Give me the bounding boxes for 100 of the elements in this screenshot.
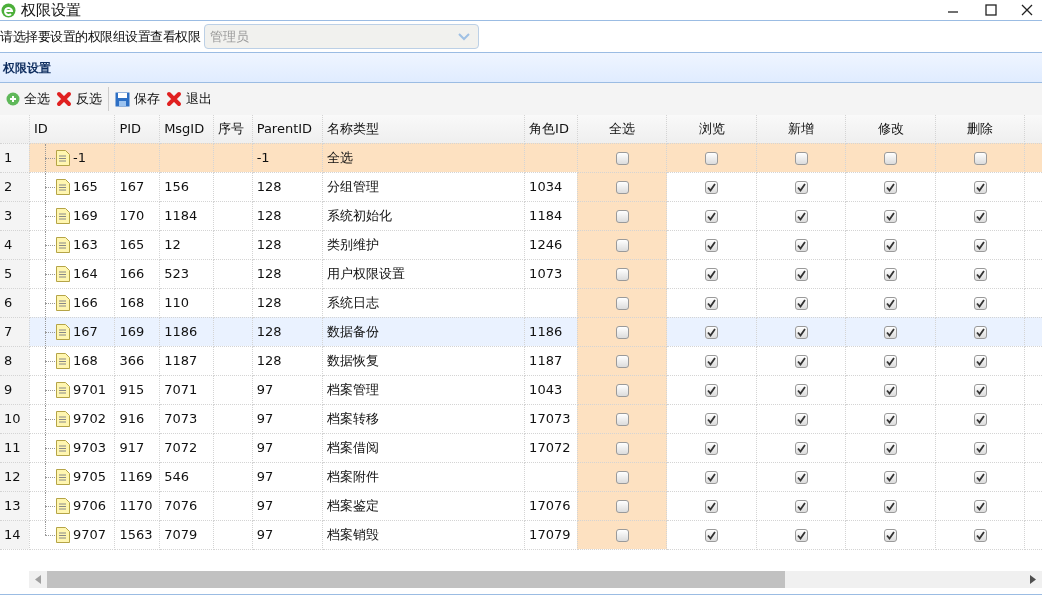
row-number: 13: [0, 491, 30, 520]
row-number: 4: [0, 230, 30, 259]
checkbox[interactable]: [705, 383, 719, 397]
checkbox[interactable]: [615, 412, 629, 426]
checkbox[interactable]: [884, 267, 898, 281]
checkbox[interactable]: [973, 180, 987, 194]
toolbar-button[interactable]: 全选: [4, 87, 52, 111]
close-icon[interactable]: [1021, 4, 1033, 16]
checkbox[interactable]: [884, 528, 898, 542]
checkbox[interactable]: [884, 499, 898, 513]
plus-circle-icon: [6, 92, 20, 106]
checkbox[interactable]: [615, 180, 629, 194]
checkbox[interactable]: [973, 325, 987, 339]
horizontal-scrollbar[interactable]: [29, 570, 1042, 588]
checkbox[interactable]: [973, 412, 987, 426]
checkbox[interactable]: [705, 267, 719, 281]
checkbox[interactable]: [973, 499, 987, 513]
file-icon: [56, 149, 70, 166]
checkbox[interactable]: [884, 441, 898, 455]
checkbox[interactable]: [973, 209, 987, 223]
checkbox[interactable]: [705, 412, 719, 426]
checkbox[interactable]: [973, 528, 987, 542]
table-cell-text: 9706: [73, 496, 107, 515]
checkbox[interactable]: [705, 296, 719, 310]
row-number: 10: [0, 404, 30, 433]
checkbox[interactable]: [705, 180, 719, 194]
checkbox[interactable]: [973, 470, 987, 484]
checkbox[interactable]: [705, 441, 719, 455]
checkbox[interactable]: [615, 238, 629, 252]
table-cell-text: 168: [73, 351, 98, 370]
checkbox[interactable]: [794, 499, 808, 513]
filter-label: 请选择要设置的权限组设置查看权限: [0, 27, 200, 46]
checkbox[interactable]: [615, 499, 629, 513]
checkbox[interactable]: [615, 470, 629, 484]
checkbox[interactable]: [884, 238, 898, 252]
checkbox[interactable]: [973, 441, 987, 455]
table-cell: 7079: [159, 520, 214, 549]
checkbox[interactable]: [973, 151, 987, 165]
checkbox[interactable]: [705, 238, 719, 252]
checkbox[interactable]: [615, 151, 629, 165]
toolbar-button[interactable]: 保存: [113, 87, 162, 111]
checkbox[interactable]: [973, 383, 987, 397]
checkbox[interactable]: [973, 354, 987, 368]
checkbox[interactable]: [705, 209, 719, 223]
toolbar-button[interactable]: 反选: [54, 87, 104, 111]
checkbox[interactable]: [973, 296, 987, 310]
scroll-right-icon[interactable]: [1030, 574, 1036, 584]
checkbox[interactable]: [705, 354, 719, 368]
maximize-icon[interactable]: [985, 4, 997, 16]
checkbox[interactable]: [884, 354, 898, 368]
checkbox[interactable]: [705, 151, 719, 165]
checkbox[interactable]: [705, 470, 719, 484]
checkbox[interactable]: [884, 470, 898, 484]
row-number: 14: [0, 520, 30, 549]
checkbox[interactable]: [615, 296, 629, 310]
row-number: 7: [0, 317, 30, 346]
checkbox[interactable]: [794, 470, 808, 484]
checkbox[interactable]: [615, 209, 629, 223]
row-number: 9: [0, 375, 30, 404]
file-icon: [56, 526, 70, 543]
cross-icon: [166, 91, 182, 107]
checkbox[interactable]: [884, 209, 898, 223]
checkbox[interactable]: [794, 441, 808, 455]
checkbox[interactable]: [794, 325, 808, 339]
checkbox[interactable]: [705, 499, 719, 513]
checkbox[interactable]: [973, 267, 987, 281]
checkbox[interactable]: [884, 383, 898, 397]
table-cell-text: 9702: [73, 409, 107, 428]
checkbox[interactable]: [884, 151, 898, 165]
checkbox[interactable]: [794, 180, 808, 194]
checkbox[interactable]: [794, 354, 808, 368]
checkbox[interactable]: [794, 267, 808, 281]
checkbox[interactable]: [615, 325, 629, 339]
row-number: 6: [0, 288, 30, 317]
checkbox[interactable]: [705, 325, 719, 339]
checkbox[interactable]: [794, 151, 808, 165]
file-icon: [56, 410, 70, 427]
checkbox[interactable]: [973, 238, 987, 252]
checkbox[interactable]: [615, 354, 629, 368]
checkbox[interactable]: [794, 383, 808, 397]
row-number: 1: [0, 143, 30, 172]
checkbox[interactable]: [705, 528, 719, 542]
file-icon: [56, 497, 70, 514]
checkbox[interactable]: [794, 528, 808, 542]
checkbox[interactable]: [884, 412, 898, 426]
checkbox[interactable]: [884, 296, 898, 310]
checkbox[interactable]: [884, 325, 898, 339]
checkbox[interactable]: [794, 412, 808, 426]
toolbar-button[interactable]: 退出: [164, 87, 214, 111]
checkbox[interactable]: [615, 528, 629, 542]
table-cell-text: 164: [73, 264, 98, 283]
scrollbar-thumb[interactable]: [47, 570, 785, 588]
checkbox[interactable]: [615, 267, 629, 281]
table-cell-text: 9701: [73, 380, 107, 399]
checkbox[interactable]: [884, 180, 898, 194]
checkbox[interactable]: [615, 383, 629, 397]
checkbox[interactable]: [615, 441, 629, 455]
checkbox[interactable]: [794, 209, 808, 223]
checkbox[interactable]: [794, 238, 808, 252]
checkbox[interactable]: [794, 296, 808, 310]
